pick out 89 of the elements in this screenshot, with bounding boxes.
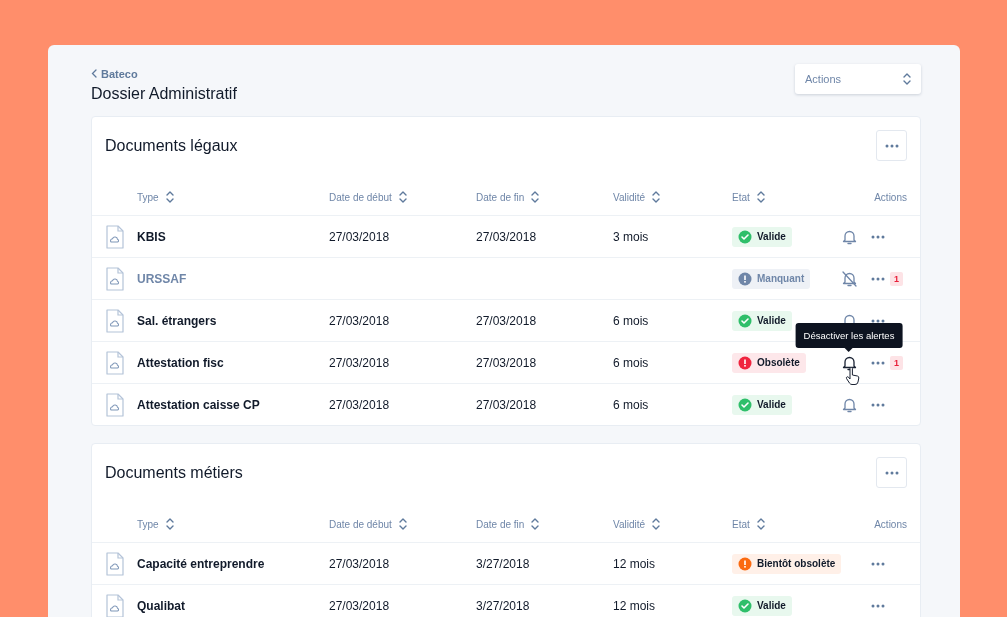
back-link[interactable]: Bateco [91,67,138,80]
document-icon [106,392,124,417]
more-icon [871,360,885,365]
document-icon [106,308,124,333]
section-title: Documents métiers [105,463,243,482]
document-name: Qualibat [137,598,186,613]
exclamation-circle-icon [738,271,752,286]
document-name: Capacité entreprendre [137,556,266,571]
sort-icon [397,517,408,531]
exclamation-circle-icon [738,355,752,370]
table-cell: 3/27/2018 [476,556,530,571]
bell-off-icon[interactable] [840,270,858,287]
status-tag: Bientôt obsolète [732,553,842,574]
table-cell: 27/03/2018 [329,313,390,328]
document-name: Attestation caisse CP [137,397,261,412]
document-icon [106,551,124,576]
sort-icon [397,190,408,204]
more-icon [871,318,885,323]
table-cell: 27/03/2018 [329,598,390,613]
column-header[interactable]: Date de fin [476,190,613,204]
column-header[interactable]: Validité [613,190,732,204]
table-cell: 27/03/2018 [329,355,390,370]
more-icon [871,234,885,239]
more-icon [871,276,885,281]
table-cell: 6 mois [613,397,649,412]
table-cell: 12 mois [613,556,656,571]
status-tag: Manquant [732,268,811,289]
sort-icon [755,517,766,531]
document-name: URSSAF [137,271,188,286]
more-icon [871,402,885,407]
status-tag: Obsolète [732,352,806,373]
table-cell: 27/03/2018 [329,397,390,412]
chevron-left-icon [91,69,97,78]
check-circle-icon [738,313,752,328]
column-header[interactable]: Etat [732,517,837,531]
check-circle-icon [738,598,752,613]
document-icon [106,593,124,617]
sort-icon [755,190,766,204]
column-header[interactable]: Type [137,190,329,204]
page-title: Dossier Administratif [91,85,237,103]
column-header: Actions [873,191,907,203]
document-name: KBIS [137,229,167,244]
table-cell: 6 mois [613,355,649,370]
table-cell: 12 mois [613,598,656,613]
sort-icon [164,190,175,204]
table-cell: 3/27/2018 [476,598,530,613]
column-header[interactable]: Date de début [329,517,476,531]
document-icon [106,224,124,249]
document-name: Attestation fisc [137,355,225,370]
column-header[interactable]: Etat [732,190,837,204]
table-cell: 27/03/2018 [476,229,537,244]
status-tag: Valide [732,226,792,247]
sort-icon [530,517,541,531]
status-tag: Valide [732,595,792,616]
table-cell: 27/03/2018 [329,229,390,244]
bell-icon[interactable] [840,354,858,371]
check-circle-icon [738,229,752,244]
more-icon [884,143,899,148]
sort-icon [651,517,662,531]
table-cell: 27/03/2018 [476,397,537,412]
status-tag: Valide [732,394,792,415]
count-badge: 1 [890,271,903,286]
count-badge: 1 [890,355,903,370]
exclamation-circle-icon [738,556,752,571]
sort-icon [164,517,175,531]
table-cell: 27/03/2018 [329,556,390,571]
table-cell: 3 mois [613,229,649,244]
table-cell: 6 mois [613,313,649,328]
document-icon [106,266,124,291]
document-name: Sal. étrangers [137,313,218,328]
sort-icon [530,190,541,204]
check-circle-icon [738,397,752,412]
column-header[interactable]: Type [137,517,329,531]
more-icon [871,603,885,608]
sort-icon [902,72,912,86]
section-title: Documents légaux [105,136,238,155]
sort-icon [651,190,662,204]
table-cell: 27/03/2018 [476,355,537,370]
column-header[interactable]: Date de fin [476,517,613,531]
document-icon [106,350,124,375]
column-header[interactable]: Validité [613,517,732,531]
actions-select[interactable]: Actions [795,64,921,94]
more-icon [871,561,885,566]
hand-cursor-icon [845,367,861,385]
column-header[interactable]: Date de début [329,190,476,204]
more-icon [884,470,899,475]
column-header: Actions [873,518,907,530]
table-cell: 27/03/2018 [476,313,537,328]
status-tag: Valide [732,310,792,331]
